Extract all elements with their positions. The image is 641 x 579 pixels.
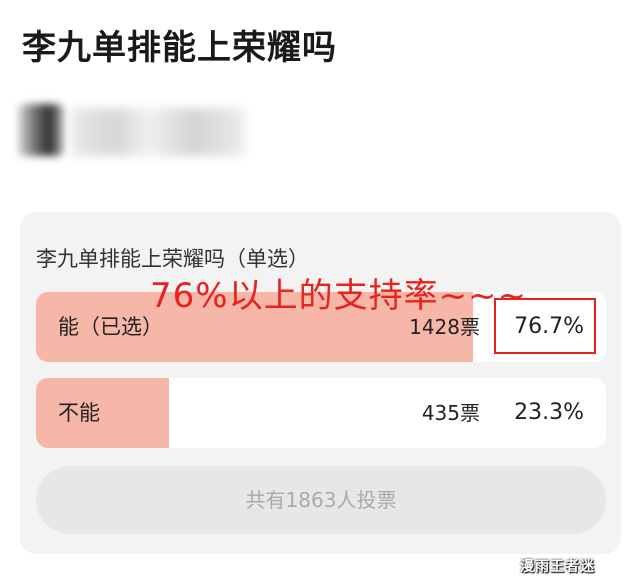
annotation-overlay-text: 76%以上的支持率~~~ [150,276,528,316]
poll-option-no-percent: 23.3% [514,400,584,425]
poll-option-no-fill [36,378,169,448]
page-title: 李九单排能上荣耀吗 [22,28,337,68]
total-votes-button[interactable]: 共有1863人投票 [36,466,606,534]
poll-option-yes-label: 能（已选） [58,315,163,339]
watermark-text: 漫雨王者迷 [520,559,595,575]
poll-option-no-label: 不能 [58,401,100,425]
blurred-avatar [18,104,64,156]
poll-option-no[interactable]: 不能 435票 23.3% [36,378,606,448]
poll-option-no-votes: 435票 [421,401,480,425]
blurred-username [72,108,244,156]
